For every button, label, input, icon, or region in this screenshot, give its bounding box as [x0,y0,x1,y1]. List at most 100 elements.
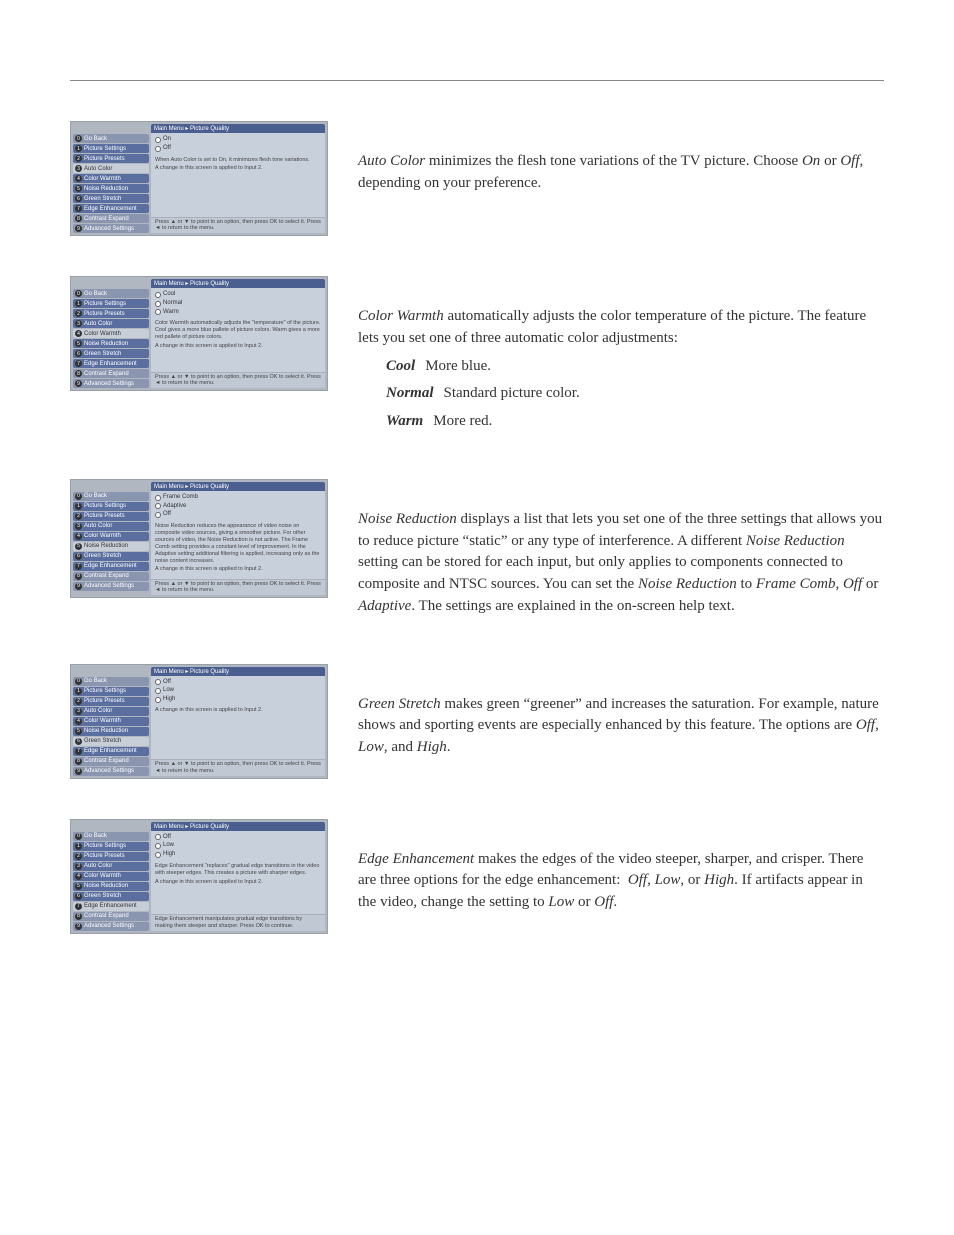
option-row[interactable]: High [155,696,321,704]
sidebar-item[interactable]: 4Color Warmth [73,717,149,726]
sidebar-item[interactable]: 7Edge Enhancement [73,747,149,756]
option-label: Low [163,842,174,850]
sidebar-item[interactable]: 5Noise Reduction [73,882,149,891]
sidebar-item[interactable]: 8Contrast Expand [73,572,149,581]
option-row[interactable]: Adaptive [155,503,321,511]
option-row[interactable]: Off [155,679,321,687]
radio-icon [155,292,161,298]
option-row[interactable]: Off [155,511,321,519]
definition-term: Warm [386,413,423,429]
sidebar-item-label: Noise Reduction [84,341,128,347]
sidebar-item[interactable]: 3Auto Color [73,862,149,871]
sidebar-item-number: 0 [75,290,82,297]
sidebar-item[interactable]: 7Edge Enhancement [73,902,149,911]
sidebar-item[interactable]: 9Advanced Settings [73,922,149,931]
option-row[interactable]: Normal [155,300,321,308]
option-row[interactable]: Cool [155,291,321,299]
sidebar-item[interactable]: 1Picture Settings [73,502,149,511]
option-row[interactable]: High [155,851,321,859]
section: 0Go Back1Picture Settings2Picture Preset… [70,819,884,934]
sidebar-item-number: 1 [75,688,82,695]
sidebar-item[interactable]: 4Color Warmth [73,329,149,338]
sidebar-item[interactable]: 1Picture Settings [73,842,149,851]
option-row[interactable]: Off [155,834,321,842]
sidebar-item[interactable]: 6Green Stretch [73,737,149,746]
sidebar-item-label: Picture Settings [84,146,126,152]
sidebar-item-number: 7 [75,903,82,910]
option-row[interactable]: Low [155,687,321,695]
sidebar-item[interactable]: 3Auto Color [73,164,149,173]
sidebar-item[interactable]: 9Advanced Settings [73,379,149,388]
sidebar-item[interactable]: 8Contrast Expand [73,214,149,223]
panel-footer: Press ▲ or ▼ to point to an option, then… [151,372,325,388]
sidebar-item[interactable]: 1Picture Settings [73,299,149,308]
sidebar-item[interactable]: 8Contrast Expand [73,369,149,378]
sidebar-item[interactable]: 5Noise Reduction [73,339,149,348]
sidebar-item[interactable]: 9Advanced Settings [73,767,149,776]
sidebar-item[interactable]: 4Color Warmth [73,174,149,183]
sidebar-item[interactable]: 3Auto Color [73,522,149,531]
option-row[interactable]: Frame Comb [155,494,321,502]
sidebar-item-label: Advanced Settings [84,583,134,589]
panel-footer: Edge Enhancement manipulates gradual edg… [151,914,325,930]
sidebar-item[interactable]: 5Noise Reduction [73,542,149,551]
sidebar-item[interactable]: 5Noise Reduction [73,727,149,736]
sidebar-item[interactable]: 7Edge Enhancement [73,359,149,368]
sidebar-item-label: Picture Presets [84,156,125,162]
option-row[interactable]: On [155,136,321,144]
sidebar-item[interactable]: 0Go Back [73,677,149,686]
sidebar-item[interactable]: 0Go Back [73,832,149,841]
sidebar-item[interactable]: 2Picture Presets [73,309,149,318]
definition-item: NormalStandard picture color. [386,383,884,405]
option-label: Low [163,687,174,695]
sidebar-item-number: 5 [75,543,82,550]
panel-body: OffLowHighA change in this screen is app… [151,676,325,760]
panel-footer: Press ▲ or ▼ to point to an option, then… [151,759,325,775]
sidebar-item[interactable]: 1Picture Settings [73,144,149,153]
sidebar-item[interactable]: 9Advanced Settings [73,582,149,591]
sidebar-item[interactable]: 9Advanced Settings [73,224,149,233]
sidebar-item[interactable]: 0Go Back [73,289,149,298]
sidebar-item[interactable]: 7Edge Enhancement [73,204,149,213]
radio-icon [155,512,161,518]
sidebar-item-label: Picture Settings [84,301,126,307]
sidebar-item[interactable]: 4Color Warmth [73,872,149,881]
sidebar-item-label: Noise Reduction [84,186,128,192]
sidebar-item[interactable]: 2Picture Presets [73,697,149,706]
option-row[interactable]: Low [155,842,321,850]
sidebar-item-number: 9 [75,923,82,930]
sidebar-item-label: Picture Settings [84,688,126,694]
sidebar-item[interactable]: 7Edge Enhancement [73,562,149,571]
sidebar-item[interactable]: 0Go Back [73,134,149,143]
option-row[interactable]: Off [155,145,321,153]
sidebar-item[interactable]: 2Picture Presets [73,852,149,861]
sidebar-item[interactable]: 8Contrast Expand [73,912,149,921]
sidebar-item-label: Go Back [84,136,107,142]
sidebar-item[interactable]: 6Green Stretch [73,194,149,203]
sidebar-item[interactable]: 5Noise Reduction [73,184,149,193]
sidebar-item[interactable]: 8Contrast Expand [73,757,149,766]
definition-value: Standard picture color. [444,385,580,401]
radio-icon [155,309,161,315]
breadcrumb: Main Menu ▸ Picture Quality [151,822,325,831]
sidebar-item[interactable]: 0Go Back [73,492,149,501]
sidebar-item[interactable]: 2Picture Presets [73,154,149,163]
detail-panel: Main Menu ▸ Picture QualityCoolNormalWar… [151,279,325,388]
menu-screenshot: 0Go Back1Picture Settings2Picture Preset… [70,479,328,598]
sidebar-item-number: 5 [75,185,82,192]
sidebar-item-label: Edge Enhancement [84,903,137,909]
option-row[interactable]: Warm [155,309,321,317]
definition-item: WarmMore red. [386,411,884,433]
sidebar-item[interactable]: 3Auto Color [73,707,149,716]
sidebar-item-number: 8 [75,215,82,222]
sidebar-item[interactable]: 3Auto Color [73,319,149,328]
sidebar-item[interactable]: 6Green Stretch [73,552,149,561]
sidebar-item-number: 6 [75,893,82,900]
sidebar-item[interactable]: 6Green Stretch [73,349,149,358]
sidebar-item-number: 7 [75,563,82,570]
sidebar-item[interactable]: 2Picture Presets [73,512,149,521]
sidebar-item[interactable]: 4Color Warmth [73,532,149,541]
sidebar-item-number: 5 [75,340,82,347]
sidebar-item[interactable]: 6Green Stretch [73,892,149,901]
sidebar-item[interactable]: 1Picture Settings [73,687,149,696]
